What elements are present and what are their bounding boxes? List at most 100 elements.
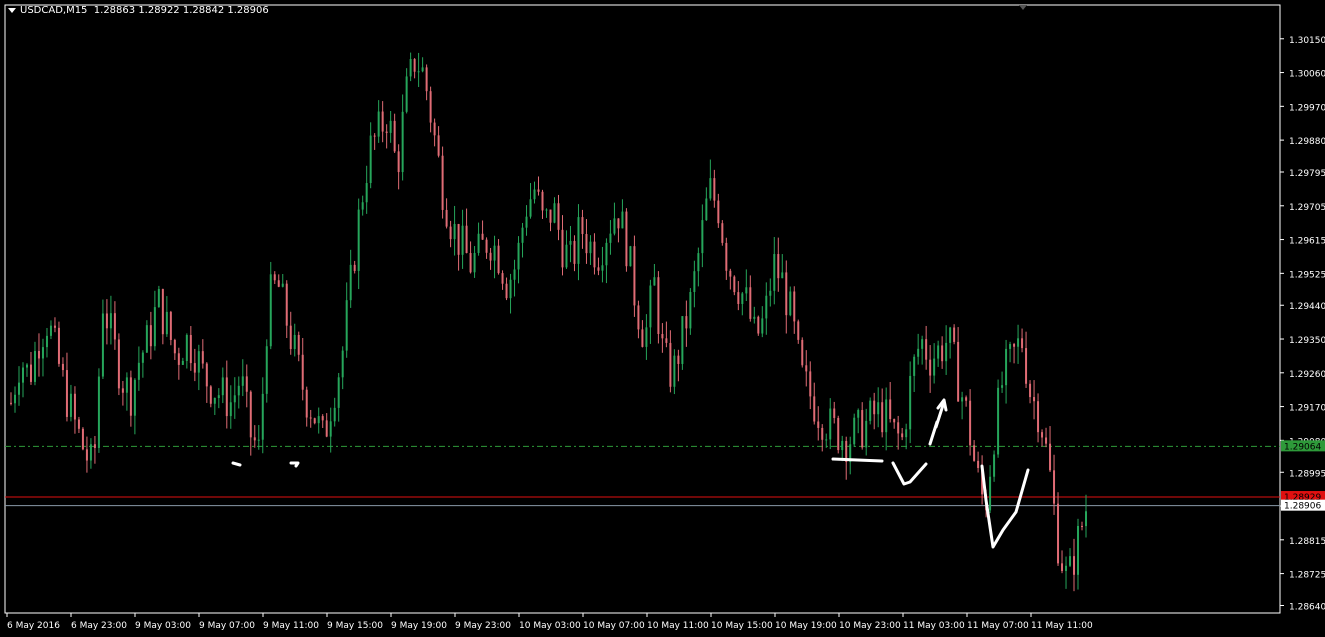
y-tick-label: 1.28815	[1289, 537, 1325, 547]
candle-body	[193, 363, 196, 373]
candle-body	[469, 252, 472, 273]
hand-drawn-annotation	[928, 398, 948, 446]
candle-body	[589, 241, 592, 254]
candle-body	[153, 307, 156, 347]
candle-body	[901, 433, 904, 438]
candle-body	[1061, 563, 1064, 571]
candle-body	[317, 416, 320, 424]
y-tick-label: 1.29970	[1289, 103, 1325, 113]
candle-body	[201, 351, 204, 364]
candle-body	[649, 285, 652, 328]
candle-body	[977, 460, 980, 468]
candle-body	[829, 408, 832, 440]
candle-body	[765, 295, 768, 319]
candle-body	[781, 272, 784, 279]
candle-body	[161, 289, 164, 335]
plot-frame	[4, 4, 1281, 614]
candle-body	[533, 189, 536, 200]
x-tick-label: 6 May 2016	[7, 621, 60, 631]
candle-body	[597, 267, 600, 271]
x-tick-label: 10 May 03:00	[519, 621, 581, 631]
candle-body	[453, 223, 456, 240]
candle-body	[661, 333, 664, 339]
candle-body	[197, 351, 200, 373]
candle-body	[325, 420, 328, 437]
candle-body	[501, 273, 504, 284]
candle-body	[433, 122, 436, 136]
candle-body	[69, 393, 72, 417]
candle-body	[737, 292, 740, 304]
candle-body	[21, 367, 24, 383]
candle-body	[837, 417, 840, 451]
candle-body	[805, 365, 808, 372]
candle-body	[965, 397, 968, 401]
candle-body	[801, 339, 804, 366]
candle-body	[481, 233, 484, 240]
candle-body	[769, 290, 772, 296]
candle-body	[813, 396, 816, 422]
candle-body	[777, 254, 780, 279]
candle-body	[1077, 525, 1080, 575]
candle-body	[957, 341, 960, 402]
candle-body	[621, 211, 624, 229]
candle-body	[169, 311, 172, 340]
candle-body	[405, 76, 408, 112]
candle-body	[217, 395, 220, 399]
candle-body	[793, 291, 796, 322]
candle-body	[497, 245, 500, 274]
price-chart[interactable]: 1.30150 1.30060 1.29970 1.29880 1.29795 1.297…	[0, 0, 1325, 637]
x-tick-label: 11 May 11:00	[1031, 621, 1093, 631]
candle-body	[209, 386, 212, 404]
candle-body	[861, 410, 864, 448]
candle-body	[213, 398, 216, 404]
candle-body	[129, 377, 132, 416]
x-tick-label: 9 May 19:00	[391, 621, 447, 631]
candle-body	[869, 400, 872, 421]
candle-body	[741, 293, 744, 304]
candle-body	[489, 252, 492, 261]
candle-body	[809, 371, 812, 397]
candle-body	[425, 67, 428, 92]
x-tick-label: 10 May 11:00	[647, 621, 709, 631]
candle-body	[1001, 385, 1004, 388]
candle-body	[225, 377, 228, 417]
candle-body	[233, 395, 236, 403]
candle-body	[337, 377, 340, 408]
candle-body	[685, 316, 688, 329]
candle-body	[637, 305, 640, 330]
candle-body	[269, 274, 272, 347]
candle-body	[969, 400, 972, 446]
candle-body	[157, 289, 160, 308]
candle-body	[361, 202, 364, 210]
candle-body	[457, 223, 460, 255]
candle-body	[445, 209, 448, 227]
candle-body	[97, 376, 100, 448]
dropdown-triangle-icon[interactable]	[8, 7, 16, 13]
candle-body	[541, 191, 544, 211]
candle-body	[25, 364, 28, 368]
candle-body	[561, 229, 564, 268]
candle-body	[757, 316, 760, 334]
price-level-label: 1.28906	[1284, 502, 1321, 512]
chart-window[interactable]: 1.30150 1.30060 1.29970 1.29880 1.29795 1.297…	[0, 0, 1325, 637]
candle-body	[749, 287, 752, 319]
candle-body	[857, 410, 860, 418]
candle-body	[341, 350, 344, 378]
candle-body	[409, 59, 412, 77]
candle-body	[13, 394, 16, 404]
y-tick-label: 1.28725	[1289, 571, 1325, 581]
candle-body	[705, 198, 708, 221]
candle-body	[557, 203, 560, 230]
candle-body	[585, 233, 588, 254]
candle-body	[729, 270, 732, 277]
hand-drawn-annotation	[289, 461, 300, 468]
candle-body	[581, 217, 584, 234]
candle-body	[181, 360, 184, 365]
candle-body	[29, 364, 32, 382]
hand-drawn-annotation	[980, 464, 1030, 549]
hand-drawn-annotation	[891, 461, 928, 486]
candle-body	[817, 421, 820, 428]
candle-body	[241, 376, 244, 386]
ohlc-values: 1.28863 1.28922 1.28842 1.28906	[93, 5, 269, 16]
candle-body	[113, 313, 116, 340]
